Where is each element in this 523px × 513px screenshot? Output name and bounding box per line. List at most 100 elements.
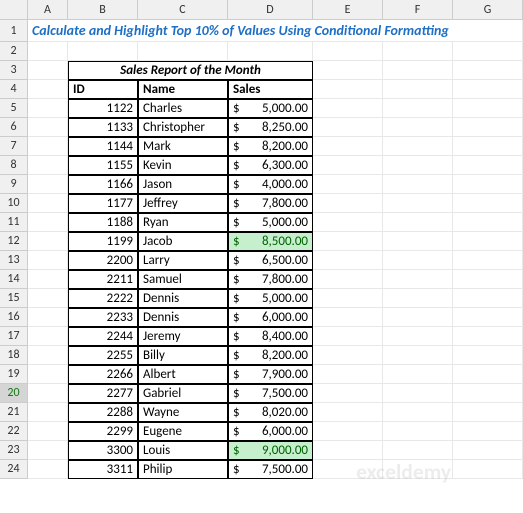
header-name[interactable]: Name [138,80,228,99]
cell[interactable] [28,42,68,61]
cell[interactable] [383,232,453,251]
row-header-15[interactable]: 15 [0,289,28,308]
cell[interactable] [383,156,453,175]
row-header-10[interactable]: 10 [0,194,28,213]
cell[interactable] [28,251,68,270]
cell[interactable] [383,137,453,156]
cell-id[interactable]: 3300 [68,441,138,460]
cell[interactable] [28,270,68,289]
cell[interactable] [28,460,68,479]
cell-name[interactable]: Charles [138,99,228,118]
cell[interactable] [28,308,68,327]
cell[interactable] [313,346,383,365]
cell-sales[interactable]: $6,300.00 [228,156,313,175]
cell-id[interactable]: 1199 [68,232,138,251]
cell[interactable] [453,232,523,251]
cell[interactable] [313,137,383,156]
row-header-18[interactable]: 18 [0,346,28,365]
cell-id[interactable]: 1177 [68,194,138,213]
cell-sales[interactable]: $6,500.00 [228,251,313,270]
cell-name[interactable]: Philip [138,460,228,479]
cell-sales[interactable]: $7,500.00 [228,460,313,479]
cell-sales[interactable]: $8,250.00 [228,118,313,137]
cell[interactable] [453,460,523,479]
cell[interactable] [313,175,383,194]
cell[interactable] [453,194,523,213]
cell[interactable] [28,99,68,118]
cell-id[interactable]: 1133 [68,118,138,137]
cell-id[interactable]: 2244 [68,327,138,346]
cell-id[interactable]: 1188 [68,213,138,232]
cell[interactable] [453,99,523,118]
cell-name[interactable]: Louis [138,441,228,460]
row-header-24[interactable]: 24 [0,460,28,479]
cell-sales[interactable]: $6,000.00 [228,308,313,327]
cell[interactable] [383,42,453,61]
cell-id[interactable]: 3311 [68,460,138,479]
cell[interactable] [313,270,383,289]
col-header-C[interactable]: C [138,0,228,20]
cell-sales[interactable]: $7,900.00 [228,365,313,384]
cell[interactable] [313,365,383,384]
cell-name[interactable]: Gabriel [138,384,228,403]
cell[interactable] [68,42,138,61]
cell-id[interactable]: 1166 [68,175,138,194]
cell[interactable] [313,80,383,99]
cell[interactable] [313,441,383,460]
col-header-B[interactable]: B [68,0,138,20]
cell-name[interactable]: Eugene [138,422,228,441]
cell[interactable] [28,289,68,308]
row-header-7[interactable]: 7 [0,137,28,156]
row-header-12[interactable]: 12 [0,232,28,251]
cell[interactable] [228,42,313,61]
cell[interactable] [313,422,383,441]
row-header-20[interactable]: 20 [0,384,28,403]
cell[interactable] [383,460,453,479]
cell-name[interactable]: Billy [138,346,228,365]
cell[interactable] [453,441,523,460]
cell[interactable] [383,384,453,403]
cell[interactable] [28,194,68,213]
cell[interactable] [383,441,453,460]
cell[interactable] [453,61,523,80]
cell[interactable] [313,118,383,137]
cell[interactable] [28,441,68,460]
cell-id[interactable]: 2233 [68,308,138,327]
cell[interactable] [383,251,453,270]
col-header-D[interactable]: D [228,0,313,20]
cell-sales[interactable]: $7,500.00 [228,384,313,403]
cell-id[interactable]: 2200 [68,251,138,270]
cell[interactable] [383,422,453,441]
cell-sales[interactable]: $9,000.00 [228,441,313,460]
cell-name[interactable]: Jason [138,175,228,194]
cell[interactable] [138,42,228,61]
cell[interactable] [383,346,453,365]
cell[interactable] [453,118,523,137]
cell[interactable] [28,61,68,80]
cell-sales[interactable]: $7,800.00 [228,194,313,213]
cell-sales[interactable]: $8,500.00 [228,232,313,251]
cell-id[interactable]: 2255 [68,346,138,365]
cell[interactable] [453,365,523,384]
row-header-8[interactable]: 8 [0,156,28,175]
cell-name[interactable]: Dennis [138,289,228,308]
cell-name[interactable]: Ryan [138,213,228,232]
row-header-13[interactable]: 13 [0,251,28,270]
cell-sales[interactable]: $6,000.00 [228,422,313,441]
cell[interactable] [313,403,383,422]
row-header-6[interactable]: 6 [0,118,28,137]
cell[interactable] [453,346,523,365]
row-header-22[interactable]: 22 [0,422,28,441]
col-header-G[interactable]: G [453,0,523,20]
cell[interactable] [28,118,68,137]
cell-sales[interactable]: $8,400.00 [228,327,313,346]
cell-name[interactable]: Samuel [138,270,228,289]
cell-sales[interactable]: $5,000.00 [228,289,313,308]
header-sales[interactable]: Sales [228,80,313,99]
cell-name[interactable]: Christopher [138,118,228,137]
cell[interactable] [383,213,453,232]
cell[interactable] [28,422,68,441]
cell[interactable] [383,270,453,289]
cell[interactable] [28,137,68,156]
cell[interactable] [28,80,68,99]
